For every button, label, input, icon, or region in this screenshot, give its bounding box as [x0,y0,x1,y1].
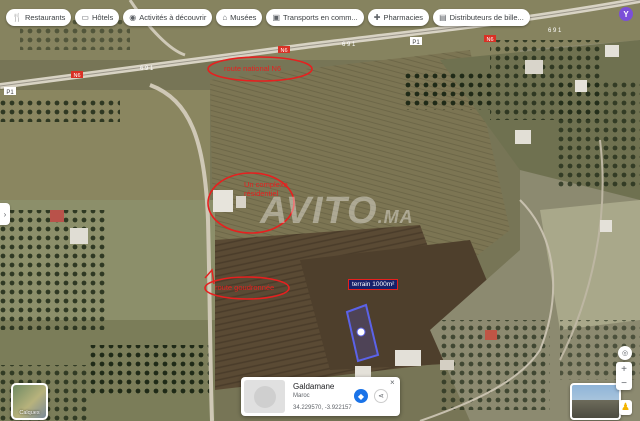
layers-label: Calques [19,410,40,416]
share-icon: ⋖ [378,393,384,400]
directions-button[interactable]: ◆ [354,389,368,403]
category-chips: 🍴 Restaurants ▭ Hôtels ◉ Activités à découv… [6,9,530,26]
bus-icon: ▣ [272,12,280,22]
chip-restaurants[interactable]: 🍴 Restaurants [6,9,72,26]
svg-text:P1: P1 [6,90,14,96]
chip-label: Musées [230,13,257,22]
chip-label: Pharmacies [383,13,424,22]
close-card-button[interactable]: × [390,378,395,387]
my-location-icon: ◎ [621,350,629,357]
atm-icon: ▤ [439,12,447,22]
chevron-right-icon: › [3,209,7,219]
pill-icon: ✚ [373,12,381,22]
share-button[interactable]: ⋖ [374,389,388,403]
road-shield-n6-mid: N6 [278,46,290,54]
chip-label: Activités à découvrir [139,13,207,22]
chip-pharmacies[interactable]: ✚ Pharmacies [367,9,430,26]
chip-label: Transports en comm... [283,13,358,22]
camera-icon: ◉ [129,12,137,22]
chip-musees[interactable]: ⌂ Musées [216,9,263,26]
annotation-route-goudronnee: route goudronnée [215,283,275,292]
zoom-in-button[interactable]: + [616,362,632,376]
place-thumbnail[interactable] [244,380,285,413]
watermark-suffix: .MA [377,207,414,227]
road-shield-n6-left: N6 [71,71,83,79]
annotation-route-nationale: route national N6 [224,64,282,73]
parcel-pin [356,327,366,337]
chip-transports[interactable]: ▣ Transports en comm... [266,9,364,26]
plus-icon: + [621,363,627,375]
street-view-thumbnail[interactable] [570,383,621,420]
bed-icon: ▭ [81,12,89,22]
svg-text:N6: N6 [280,48,287,54]
pegman-button[interactable]: ♟ [619,400,632,415]
zoom-out-button[interactable]: − [616,376,632,390]
svg-text:N6: N6 [73,73,80,79]
svg-text:N6: N6 [486,37,493,43]
road-number-right: 6 9 1 [548,28,562,34]
svg-text:P1: P1 [412,40,420,46]
road-shield-p1-left: P1 [4,87,16,96]
chip-label: Hôtels [91,13,114,22]
chip-label: Restaurants [24,13,66,22]
place-subtitle: Maroc [293,393,310,399]
place-coordinates: 34.229570, -3.922157 [293,405,352,411]
place-card[interactable]: Galdamane Maroc 34.229570, -3.922157 ◆ ⋖… [241,377,400,416]
directions-icon: ◆ [357,391,365,401]
profile-avatar[interactable]: Y [619,7,633,21]
road-number-mid: 6 9 1 [342,42,356,48]
museum-icon: ⌂ [222,12,228,22]
collapse-panel-button[interactable]: › [0,203,10,225]
minus-icon: − [621,377,627,389]
road-number-left: 6 9 1 [140,66,154,72]
pegman-icon: ♟ [621,402,630,413]
zoom-controls: + − [616,362,632,390]
close-icon: × [390,378,395,387]
location-button[interactable]: ◎ [618,346,632,360]
chip-activites[interactable]: ◉ Activités à découvrir [123,9,213,26]
chip-hotels[interactable]: ▭ Hôtels [75,9,120,26]
avito-watermark: AVITO.MA [260,190,414,233]
place-title: Galdamane [293,382,335,391]
chip-label: Distributeurs de bille... [449,13,524,22]
chip-distributeurs[interactable]: ▤ Distributeurs de bille... [433,9,530,26]
layers-button[interactable]: Calques [11,383,48,420]
utensils-icon: 🍴 [12,12,22,22]
road-shield-p1-right: P1 [410,37,422,46]
road-shield-n6-right: N6 [484,35,496,43]
annotation-terrain-area: terrain 1000m² [348,279,399,290]
watermark-text: AVITO [260,190,378,232]
